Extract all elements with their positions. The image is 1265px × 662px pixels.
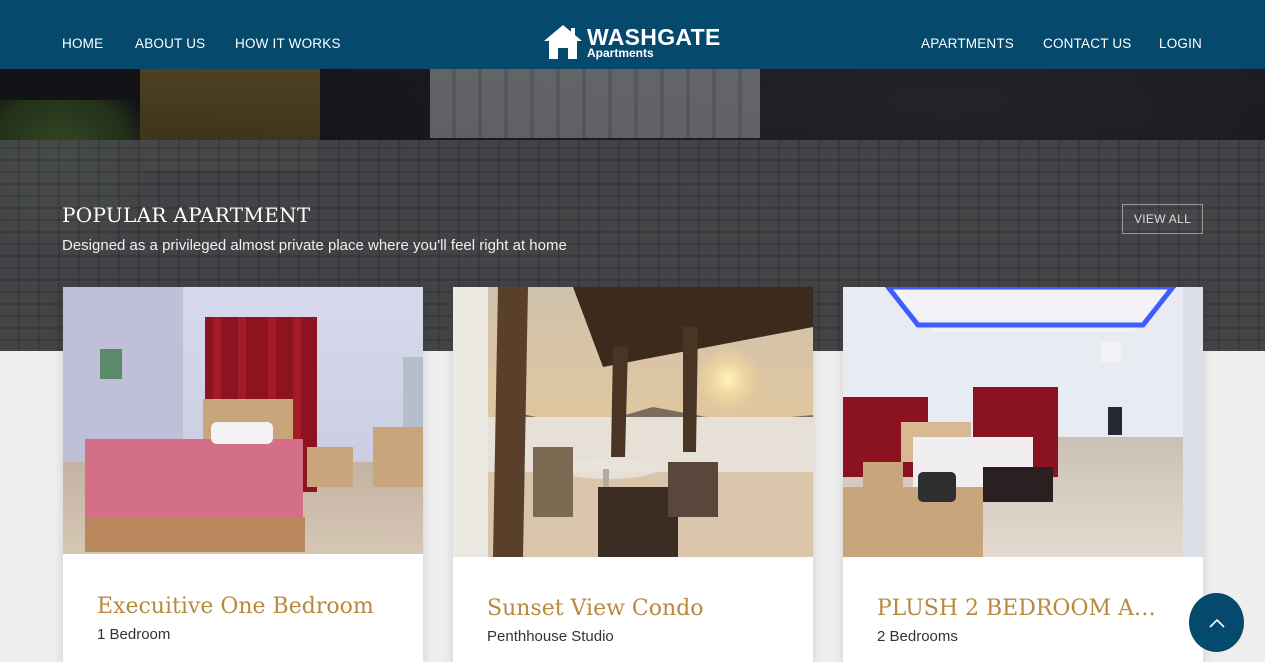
chevron-up-icon (1208, 618, 1225, 628)
apartment-image (843, 287, 1203, 557)
view-all-button[interactable]: VIEW ALL (1122, 204, 1203, 234)
apartment-title: Execuitive One Bedroom (97, 594, 374, 619)
nav-contact-us[interactable]: CONTACT US (1043, 36, 1132, 51)
apartment-image (453, 287, 813, 557)
section-subtitle: Designed as a privileged almost private … (62, 237, 567, 254)
nav-home[interactable]: HOME (62, 36, 103, 51)
apartment-meta: 1 Bedroom (97, 626, 171, 643)
nav-apartments[interactable]: APARTMENTS (921, 36, 1014, 51)
apartment-card[interactable]: Sunset View Condo Penthhouse Studio (453, 287, 813, 662)
apartment-card[interactable]: Execuitive One Bedroom 1 Bedroom (63, 287, 423, 662)
apartment-title: Sunset View Condo (487, 596, 704, 621)
logo[interactable]: WASHGATE Apartments (543, 24, 728, 62)
nav-login[interactable]: LOGIN (1159, 36, 1202, 51)
nav-how-it-works[interactable]: HOW IT WORKS (235, 36, 341, 51)
apartment-card[interactable]: PLUSH 2 BEDROOM APARTMENT 2 Bedrooms (843, 287, 1203, 662)
section-title: POPULAR APARTMENT (62, 203, 311, 227)
nav-about-us[interactable]: ABOUT US (135, 36, 205, 51)
apartment-image (63, 287, 423, 554)
apartment-title: PLUSH 2 BEDROOM APARTMENT (877, 596, 1167, 621)
logo-subtitle: Apartments (587, 46, 654, 60)
apartment-meta: 2 Bedrooms (877, 628, 958, 645)
house-icon (544, 25, 582, 59)
navbar: HOME ABOUT US HOW IT WORKS WASHGATE Apar… (0, 0, 1265, 69)
apartment-meta: Penthhouse Studio (487, 628, 614, 645)
scroll-to-top-button[interactable] (1189, 593, 1244, 652)
